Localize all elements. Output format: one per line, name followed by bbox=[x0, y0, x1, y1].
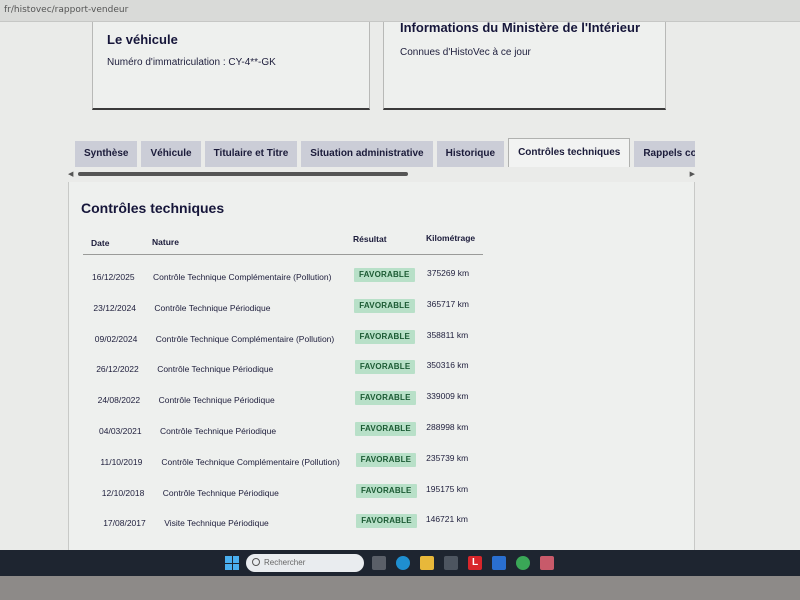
column-header-result: Résultat bbox=[353, 234, 387, 244]
search-placeholder: Rechercher bbox=[264, 558, 306, 567]
row-mileage: 288998 km bbox=[426, 422, 469, 432]
ministry-card-title: Informations du Ministère de l'Intérieur bbox=[400, 20, 641, 35]
row-nature: Contrôle Technique Complémentaire (Pollu… bbox=[155, 333, 335, 344]
app-icon[interactable] bbox=[540, 556, 554, 570]
tab-titulaire-et-titre[interactable]: Titulaire et Titre bbox=[204, 141, 298, 167]
header-divider bbox=[83, 254, 483, 255]
tab-vehicule[interactable]: Véhicule bbox=[141, 141, 201, 167]
row-mileage: 350316 km bbox=[426, 360, 469, 371]
row-date: 16/12/2025 bbox=[92, 272, 135, 282]
row-mileage: 365717 km bbox=[426, 298, 469, 309]
row-mileage: 358811 km bbox=[426, 329, 469, 340]
table-row: 11/10/2019 Contrôle Technique Complémenta… bbox=[69, 449, 489, 479]
report-page: Le véhicule Numéro d'immatriculation : C… bbox=[0, 20, 800, 550]
plate-number: Numéro d'immatriculation : CY-4**-GK bbox=[107, 57, 276, 68]
result-badge: FAVORABLE bbox=[354, 360, 416, 375]
row-nature: Contrôle Technique Périodique bbox=[157, 364, 274, 375]
column-header-date: Date bbox=[91, 238, 110, 248]
row-date: 26/12/2022 bbox=[96, 364, 139, 375]
tab-historique[interactable]: Historique bbox=[436, 141, 505, 167]
result-badge: FAVORABLE bbox=[355, 422, 416, 436]
table-row: 12/10/2018 Contrôle Technique Périodique F… bbox=[69, 480, 489, 510]
row-date: 23/12/2024 bbox=[93, 302, 136, 313]
row-mileage: 195175 km bbox=[426, 483, 469, 494]
taskbar: Rechercher L bbox=[0, 550, 800, 576]
table-row: 04/03/2021 Contrôle Technique Périodique F… bbox=[69, 418, 489, 448]
vehicle-card: Le véhicule Numéro d'immatriculation : C… bbox=[92, 22, 370, 110]
row-date: 12/10/2018 bbox=[101, 487, 145, 498]
row-date: 09/02/2024 bbox=[94, 333, 138, 344]
row-date: 24/08/2022 bbox=[97, 395, 141, 406]
row-date: 04/03/2021 bbox=[99, 426, 142, 436]
table-row: 26/12/2022 Contrôle Technique Périodique F… bbox=[69, 356, 489, 386]
result-badge: FAVORABLE bbox=[354, 268, 415, 282]
row-mileage: 146721 km bbox=[425, 514, 468, 525]
table-row: 17/08/2017 Visite Technique Périodique FAV… bbox=[69, 510, 489, 540]
technical-inspections-panel: Contrôles techniques Date Nature Résulta… bbox=[68, 182, 695, 550]
result-badge: FAVORABLE bbox=[355, 391, 416, 406]
store-icon[interactable] bbox=[444, 556, 458, 570]
row-nature: Contrôle Technique Périodique bbox=[162, 487, 279, 498]
tab-situation-administrative[interactable]: Situation administrative bbox=[301, 141, 433, 167]
scroll-left-icon[interactable]: ◀ bbox=[68, 170, 73, 178]
row-mileage: 235739 km bbox=[426, 452, 469, 463]
result-badge: FAVORABLE bbox=[354, 329, 416, 344]
tab-controles-techniques[interactable]: Contrôles techniques bbox=[508, 138, 631, 167]
row-nature: Contrôle Technique Périodique bbox=[158, 395, 275, 406]
chrome-icon[interactable] bbox=[516, 556, 530, 570]
report-tabs: Synthèse Véhicule Titulaire et Titre Situat… bbox=[75, 138, 695, 168]
task-view-icon[interactable] bbox=[372, 556, 386, 570]
row-mileage: 339009 km bbox=[426, 391, 469, 402]
address-bar[interactable]: fr/histovec/rapport-vendeur bbox=[0, 0, 800, 22]
table-row: 16/12/2025 Contrôle Technique Complémenta… bbox=[69, 264, 489, 294]
row-mileage: 375269 km bbox=[427, 268, 470, 278]
taskbar-search[interactable]: Rechercher bbox=[246, 554, 364, 572]
table-row: 09/02/2024 Contrôle Technique Complémenta… bbox=[69, 326, 489, 356]
tab-rappels-constructeur[interactable]: Rappels constructeur bbox=[634, 141, 695, 167]
row-date: 11/10/2019 bbox=[100, 456, 143, 467]
column-header-mileage: Kilométrage bbox=[426, 233, 476, 243]
column-header-nature: Nature bbox=[152, 237, 179, 247]
vehicle-card-title: Le véhicule bbox=[107, 32, 178, 47]
ministry-card-subtitle: Connues d'HistoVec à ce jour bbox=[400, 47, 531, 58]
row-nature: Visite Technique Périodique bbox=[164, 518, 269, 529]
scroll-right-icon[interactable]: ▶ bbox=[690, 170, 695, 178]
row-nature: Contrôle Technique Complémentaire (Pollu… bbox=[153, 272, 332, 282]
result-badge: FAVORABLE bbox=[355, 483, 417, 498]
result-badge: FAVORABLE bbox=[356, 514, 417, 529]
file-explorer-icon[interactable] bbox=[420, 556, 434, 570]
table-row: 24/08/2022 Contrôle Technique Périodique F… bbox=[69, 387, 489, 417]
edge-icon[interactable] bbox=[396, 556, 410, 570]
mail-icon[interactable] bbox=[492, 556, 506, 570]
result-badge: FAVORABLE bbox=[355, 452, 417, 467]
row-nature: Contrôle Technique Périodique bbox=[154, 302, 271, 313]
scroll-thumb[interactable] bbox=[78, 172, 408, 176]
row-nature: Contrôle Technique Complémentaire (Pollu… bbox=[161, 456, 340, 467]
windows-start-icon[interactable] bbox=[225, 556, 239, 570]
search-icon bbox=[252, 558, 260, 566]
row-nature: Contrôle Technique Périodique bbox=[160, 426, 277, 436]
ministry-card: Informations du Ministère de l'Intérieur… bbox=[383, 20, 666, 110]
row-date: 17/08/2017 bbox=[103, 518, 146, 529]
screen-bezel bbox=[0, 576, 800, 600]
table-row: 23/12/2024 Contrôle Technique Périodique F… bbox=[69, 295, 489, 325]
tab-synthese[interactable]: Synthèse bbox=[75, 141, 138, 167]
tabs-scrollbar[interactable]: ◀ ▶ bbox=[68, 170, 695, 180]
app-l-icon[interactable]: L bbox=[468, 556, 482, 570]
section-title: Contrôles techniques bbox=[81, 200, 225, 216]
result-badge: FAVORABLE bbox=[354, 298, 415, 313]
